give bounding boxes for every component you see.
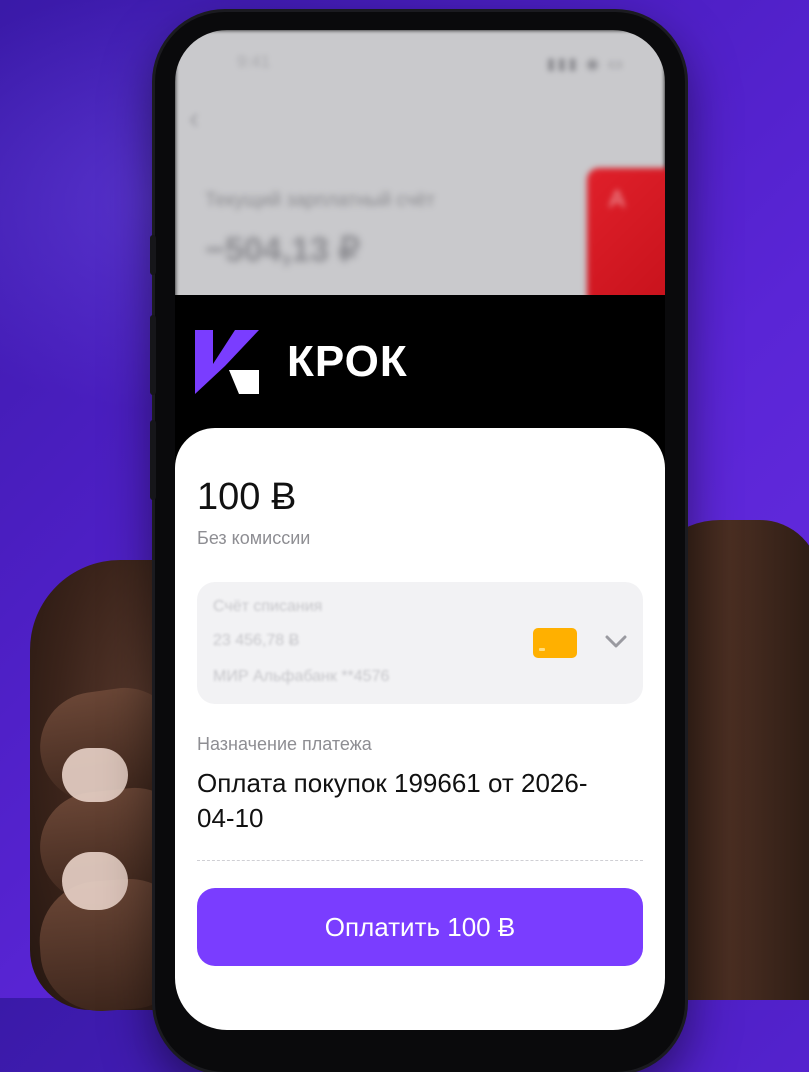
purpose-value: Оплата покупок 199661 от 2026-04-10 (197, 768, 588, 833)
account-selector[interactable]: Счёт списания 23 456,78 Ƀ МИР Альфабанк … (197, 582, 643, 704)
account-card: МИР Альфабанк **4576 (213, 668, 390, 685)
account-balance: 23 456,78 Ƀ (213, 632, 300, 649)
chevron-down-icon[interactable] (601, 626, 631, 656)
phone-screen: 9:41 ▮▮▮ ◉ ▭ ‹ Текущий зарплатный счёт −… (175, 30, 665, 1030)
fingernail (62, 852, 128, 910)
phone-side-button (150, 420, 156, 500)
brand-name: КРОК (287, 337, 408, 386)
purpose-label: Назначение платежа (197, 734, 372, 754)
background-app: 9:41 ▮▮▮ ◉ ▭ ‹ Текущий зарплатный счёт −… (175, 30, 665, 308)
payment-amount: 100 Ƀ (197, 476, 297, 518)
status-time: 9:41 (237, 52, 271, 71)
commission-note: Без комиссии (197, 528, 311, 548)
back-icon[interactable]: ‹ (189, 102, 199, 136)
pay-button[interactable]: Оплатить 100 Ƀ (197, 888, 643, 966)
brand-header: КРОК (175, 295, 665, 445)
status-icons: ▮▮▮ ◉ ▭ (546, 56, 625, 73)
card-chip (539, 648, 545, 651)
card-icon (533, 628, 577, 658)
bank-card-image: A (587, 168, 665, 308)
payment-sheet: 100 Ƀ Без комиссии Счёт списания 23 456,… (175, 428, 665, 1030)
card-logo: A (609, 186, 626, 213)
krok-logo-icon (195, 330, 259, 394)
phone-side-button (150, 315, 156, 395)
divider (197, 860, 643, 861)
account-label: Счёт списания (213, 598, 323, 615)
phone-side-button (150, 235, 156, 275)
account-title: Текущий зарплатный счёт (205, 190, 435, 211)
account-sum: −504,13 ₽ (205, 231, 360, 269)
fingernail (62, 748, 128, 802)
